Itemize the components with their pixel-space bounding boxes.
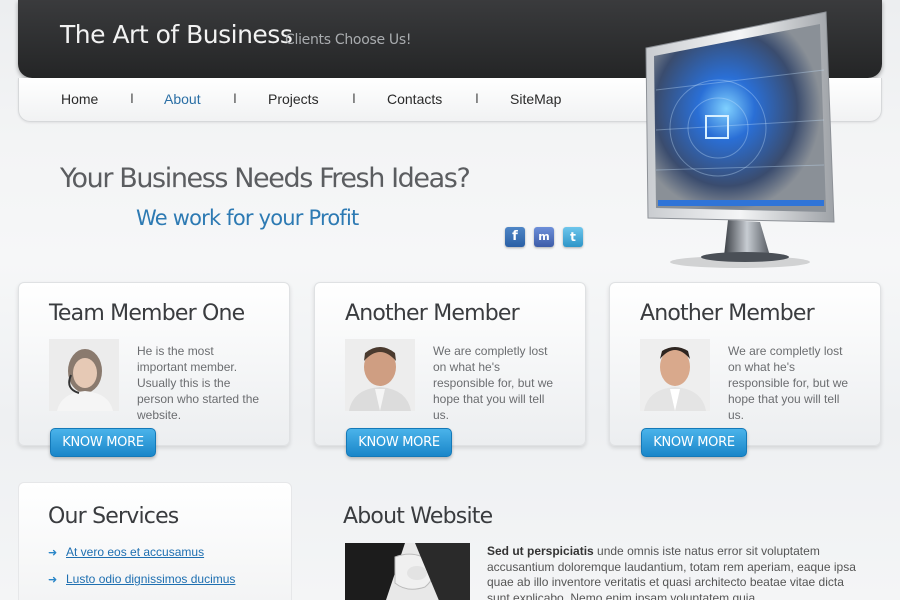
- nav-contacts[interactable]: Contacts: [387, 91, 442, 107]
- nav-home[interactable]: Home: [61, 91, 98, 107]
- nav-separator: I: [475, 90, 479, 106]
- nav-projects[interactable]: Projects: [268, 91, 319, 107]
- team-card-1: Team Member One He is the most important…: [18, 282, 290, 457]
- card-title: Another Member: [640, 301, 815, 326]
- site-tagline: Clients Choose Us!: [285, 32, 412, 48]
- site-title[interactable]: The Art of Business: [60, 20, 293, 49]
- twitter-icon[interactable]: t: [563, 227, 583, 247]
- arrow-right-icon: ➜: [48, 573, 58, 586]
- know-more-button[interactable]: KNOW MORE: [50, 428, 156, 457]
- nav-about[interactable]: About: [164, 91, 201, 107]
- card-description: We are completly lost on what he's respo…: [728, 344, 849, 422]
- hero-title: Your Business Needs Fresh Ideas?: [60, 163, 471, 194]
- card-title: Another Member: [345, 301, 520, 326]
- card-description: We are completly lost on what he's respo…: [433, 344, 554, 422]
- facebook-icon[interactable]: f: [505, 227, 525, 247]
- card-title: Team Member One: [49, 301, 245, 326]
- about-title: About Website: [343, 504, 493, 529]
- team-card-3: Another Member We are completly lost on …: [609, 282, 881, 457]
- nav-separator: I: [352, 90, 356, 106]
- arrow-right-icon: ➜: [48, 546, 58, 559]
- about-photo: [345, 543, 470, 600]
- monitor-illustration: [645, 11, 835, 268]
- service-link[interactable]: Lusto odio dignissimos ducimus: [66, 572, 235, 586]
- nav-separator: I: [233, 90, 237, 106]
- about-body: Sed ut perspiciatis unde omnis iste natu…: [487, 544, 857, 600]
- team-card-2: Another Member We are completly lost on …: [314, 282, 586, 457]
- service-link[interactable]: At vero eos et accusamus: [66, 545, 204, 559]
- services-title: Our Services: [48, 504, 179, 529]
- nav-separator: I: [130, 90, 134, 106]
- hero-subtitle: We work for your Profit: [136, 206, 359, 230]
- messenger-icon[interactable]: m: [534, 227, 554, 247]
- know-more-button[interactable]: KNOW MORE: [641, 428, 747, 457]
- card-description: He is the most important member. Usually…: [137, 344, 260, 422]
- member-photo: [345, 339, 415, 411]
- about-lead: Sed ut perspiciatis: [487, 544, 594, 558]
- know-more-button[interactable]: KNOW MORE: [346, 428, 452, 457]
- nav-sitemap[interactable]: SiteMap: [510, 91, 561, 107]
- member-photo: [640, 339, 710, 411]
- member-photo: [49, 339, 119, 411]
